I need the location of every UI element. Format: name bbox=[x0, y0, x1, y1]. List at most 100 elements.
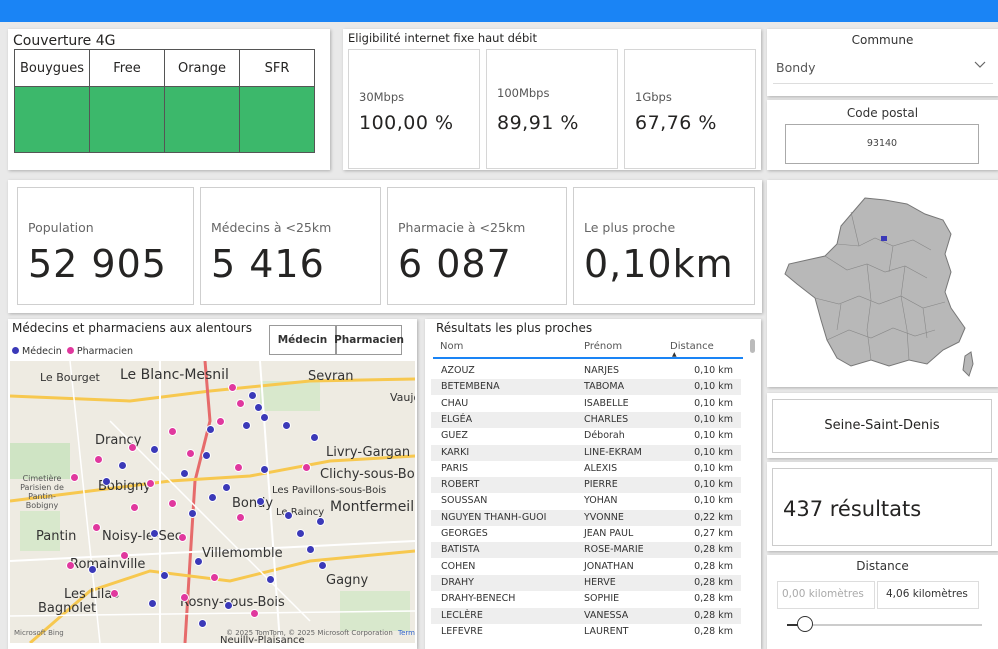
map-pin[interactable] bbox=[254, 403, 263, 412]
coverage-bar-orange[interactable] bbox=[164, 86, 240, 153]
map-pin[interactable] bbox=[250, 609, 259, 618]
map-pin[interactable] bbox=[66, 561, 75, 570]
map-pin[interactable] bbox=[248, 391, 257, 400]
eligibility-1gbps: 1Gbps 67,76 % bbox=[624, 49, 756, 169]
kpi-label: Pharmacie à <25km bbox=[398, 220, 526, 235]
table-row[interactable]: PARIS ALEXIS 0,10 km bbox=[431, 461, 741, 477]
map-pin[interactable] bbox=[102, 477, 111, 486]
table-row[interactable]: CHAU ISABELLE 0,10 km bbox=[431, 396, 741, 412]
map-pin[interactable] bbox=[236, 513, 245, 522]
results-count-box: 437 résultats bbox=[772, 468, 992, 546]
table-row[interactable]: ELGÉA CHARLES 0,10 km bbox=[431, 411, 741, 428]
distance-max-value: 4,06 kilomètres bbox=[886, 588, 968, 600]
map-pin[interactable] bbox=[180, 469, 189, 478]
map-pin[interactable] bbox=[186, 449, 195, 458]
cell-nom: LEFEVRE bbox=[441, 625, 483, 637]
column-header-nom[interactable]: Nom bbox=[440, 341, 463, 352]
table-row[interactable]: GEORGES JEAN PAUL 0,27 km bbox=[431, 526, 741, 542]
cell-distance: 0,10 km bbox=[694, 365, 733, 376]
map-pin[interactable] bbox=[178, 533, 187, 542]
map-pin[interactable] bbox=[260, 465, 269, 474]
map-pin[interactable] bbox=[234, 463, 243, 472]
table-row[interactable]: KARKI LINE-EKRAM 0,10 km bbox=[431, 444, 741, 461]
table-row[interactable]: AZOUZ NARJES 0,10 km bbox=[431, 363, 741, 379]
cell-prenom: JEAN PAUL bbox=[584, 528, 634, 539]
map-pin[interactable] bbox=[302, 463, 311, 472]
map-pin[interactable] bbox=[202, 451, 211, 460]
map-pin[interactable] bbox=[316, 517, 325, 526]
map-pin[interactable] bbox=[188, 509, 197, 518]
cell-nom: COHEN bbox=[441, 560, 476, 572]
map-pin[interactable] bbox=[168, 499, 177, 508]
map-pin[interactable] bbox=[208, 493, 217, 502]
table-row[interactable]: LECLÈRE VANESSA 0,28 km bbox=[431, 607, 741, 624]
table-row[interactable]: COHEN JONATHAN 0,28 km bbox=[431, 559, 741, 575]
map-pin[interactable] bbox=[222, 483, 231, 492]
coverage-bar-sfr[interactable] bbox=[239, 86, 315, 153]
filter-pharmacien-button[interactable]: Pharmacien bbox=[334, 325, 404, 355]
map-pin[interactable] bbox=[224, 601, 233, 610]
map-pin[interactable] bbox=[148, 599, 157, 608]
map-pin[interactable] bbox=[284, 511, 293, 520]
map-pin[interactable] bbox=[228, 383, 237, 392]
map-pin[interactable] bbox=[206, 425, 215, 434]
map-terms-link[interactable]: Terms bbox=[398, 629, 415, 637]
map-pin[interactable] bbox=[88, 565, 97, 574]
map-pin[interactable] bbox=[180, 593, 189, 602]
coverage-bar-bouygues[interactable] bbox=[14, 86, 90, 153]
map-pin[interactable] bbox=[318, 561, 327, 570]
distance-max-input[interactable]: 4,06 kilomètres bbox=[877, 581, 979, 609]
commune-dropdown[interactable]: Bondy bbox=[773, 51, 993, 84]
map-pin[interactable] bbox=[194, 557, 203, 566]
coverage-bar-free[interactable] bbox=[89, 86, 165, 153]
table-row[interactable]: NGUYEN THANH-GUOI YVONNE 0,22 km bbox=[431, 509, 741, 526]
map-pin[interactable] bbox=[296, 529, 305, 538]
column-header-prenom[interactable]: Prénom bbox=[584, 341, 622, 352]
table-row[interactable]: DRAHY HERVE 0,28 km bbox=[431, 574, 741, 591]
france-map[interactable] bbox=[767, 180, 998, 387]
map-pin[interactable] bbox=[282, 421, 291, 430]
map-pin[interactable] bbox=[146, 479, 155, 488]
map-pin[interactable] bbox=[150, 529, 159, 538]
map-pin[interactable] bbox=[110, 589, 119, 598]
table-row[interactable]: BETEMBENA TABOMA 0,10 km bbox=[431, 379, 741, 396]
map-pin[interactable] bbox=[150, 445, 159, 454]
map-pin[interactable] bbox=[310, 433, 319, 442]
map-pin[interactable] bbox=[118, 461, 127, 470]
distance-slider-handle[interactable] bbox=[796, 616, 813, 632]
table-row[interactable]: DRAHY-BENECH SOPHIE 0,28 km bbox=[431, 591, 741, 607]
map-pin[interactable] bbox=[130, 503, 139, 512]
kpi-label: Le plus proche bbox=[584, 220, 676, 235]
distance-slider-track[interactable] bbox=[787, 616, 982, 632]
table-row[interactable]: BATISTA ROSE-MARIE 0,28 km bbox=[431, 542, 741, 559]
chevron-down-icon[interactable] bbox=[973, 57, 987, 76]
map-pin[interactable] bbox=[236, 399, 245, 408]
table-row[interactable]: SOUSSAN YOHAN 0,10 km bbox=[431, 493, 741, 509]
map-pin[interactable] bbox=[128, 443, 137, 452]
filter-medecin-button[interactable]: Médecin bbox=[269, 325, 336, 355]
table-row[interactable]: LEFEVRE LAURENT 0,28 km bbox=[431, 624, 741, 640]
map-pin[interactable] bbox=[70, 473, 79, 482]
map-pin[interactable] bbox=[198, 619, 207, 628]
map-pin[interactable] bbox=[92, 523, 101, 532]
map-pin[interactable] bbox=[260, 413, 269, 422]
distance-min-input[interactable]: 0,00 kilomètres bbox=[777, 581, 875, 609]
map-canvas[interactable]: Le Bourget Le Blanc-Mesnil Sevran Vaujo … bbox=[10, 361, 415, 643]
map-pin[interactable] bbox=[256, 497, 265, 506]
map-pin[interactable] bbox=[242, 421, 251, 430]
scrollbar-thumb[interactable] bbox=[750, 339, 755, 353]
map-pin[interactable] bbox=[120, 551, 129, 560]
coverage-card: Couverture 4G Bouygues Free Orange SFR bbox=[8, 29, 330, 170]
map-pin[interactable] bbox=[168, 427, 177, 436]
eligibility-value: 89,91 % bbox=[497, 112, 579, 134]
department-card: Seine-Saint-Denis bbox=[767, 393, 998, 458]
legend-label-medecin: Médecin bbox=[22, 346, 62, 357]
map-pin[interactable] bbox=[160, 571, 169, 580]
map-pin[interactable] bbox=[266, 575, 275, 584]
map-pin[interactable] bbox=[94, 455, 103, 464]
table-row[interactable]: ROBERT PIERRE 0,10 km bbox=[431, 477, 741, 494]
map-pin[interactable] bbox=[306, 545, 315, 554]
map-pin[interactable] bbox=[210, 573, 219, 582]
table-row[interactable]: GUEZ Déborah 0,10 km bbox=[431, 428, 741, 444]
map-pin[interactable] bbox=[216, 417, 225, 426]
